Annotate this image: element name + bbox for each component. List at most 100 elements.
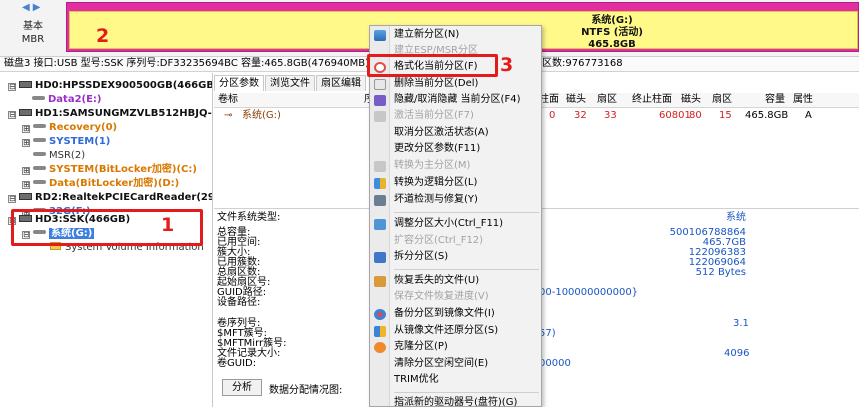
collapse-icon[interactable]: ⊟ [8, 195, 16, 203]
menu-item-label: 扩容分区(Ctrl_F12) [394, 235, 484, 246]
menu-item-recover-files[interactable]: 恢复丢失的文件(U) [370, 273, 541, 290]
activate-icon [374, 111, 386, 122]
menu-item-delete-partition[interactable]: 删除当前分区(Del) [370, 76, 541, 93]
disk-nav-arrows: ◀ ▶ [22, 2, 43, 13]
clone-icon [374, 342, 386, 353]
menu-item-bad-sector-check[interactable]: 坏道检测与修复(Y) [370, 192, 541, 209]
tree-item-system-c[interactable]: ⊞ SYSTEM(BitLocker加密)(C:) [22, 163, 197, 177]
disk-type-mbr: MBR [21, 34, 45, 45]
tree-item-label: Data2(E:) [48, 94, 102, 105]
menu-item-label: 指派新的驱动器号(盘符)(G) [394, 397, 518, 407]
tree-item-recovery[interactable]: ⊞ Recovery(0) [22, 121, 117, 135]
col-sector[interactable]: 扇区 [597, 93, 617, 107]
partition-icon [33, 124, 46, 128]
split-icon [374, 252, 386, 263]
tree-item-hd1[interactable]: ⊟ HD1:SAMSUNGMZVLB512HBJQ-000H [8, 107, 212, 121]
fs-type-value: 系统 [726, 212, 746, 223]
disk-info-left: 磁盘3 接口:USB 型号:SSK 序列号:DF33235694BC 容量:46… [4, 58, 406, 69]
tab-sector-edit[interactable]: 扇区编辑 [316, 75, 366, 91]
tree-item-data-d[interactable]: ⊞ Data(BitLocker加密)(D:) [22, 177, 179, 191]
partition-row-end-sector: 15 [719, 110, 732, 121]
tree-item-label: SYSTEM(BitLocker加密)(C:) [49, 164, 197, 175]
col-capacity[interactable]: 容量 [765, 93, 785, 107]
collapse-icon[interactable]: ⊟ [8, 83, 16, 91]
volume-serial-value: 3.1 [733, 318, 749, 329]
partition-icon [33, 180, 46, 184]
expand-icon[interactable]: ⊞ [22, 181, 30, 189]
annotation-number-1: 1 [161, 214, 175, 236]
volume-guid-value: 00000 [539, 358, 571, 369]
partition-row-icon: ⊸ [224, 110, 233, 121]
menu-item-label: 调整分区大小(Ctrl_F11) [394, 218, 504, 229]
hard-disk-icon [19, 193, 32, 200]
menu-item-convert-primary[interactable]: 转换为主分区(M) [370, 158, 541, 175]
col-head[interactable]: 磁头 [566, 93, 586, 107]
partition-row-end-cyl: 60801 [659, 110, 691, 121]
menu-item-split-partition[interactable]: 拆分分区(S) [370, 249, 541, 266]
menu-item-save-progress[interactable]: 保存文件恢复进度(V) [370, 289, 541, 306]
tree-item-label: HD1:SAMSUNGMZVLB512HBJQ-000H [35, 108, 212, 119]
back-arrow-icon[interactable]: ◀ [22, 2, 30, 13]
partition-row-cyl-start: 0 [549, 110, 556, 121]
total-sectors-value: 512 Bytes [695, 267, 746, 278]
col-cyl-start[interactable]: 柱面 [539, 93, 559, 107]
menu-item-deactivate[interactable]: 取消分区激活状态(A) [370, 125, 541, 142]
forward-arrow-icon[interactable]: ▶ [33, 2, 41, 13]
volume-guid-label: 卷GUID: [217, 358, 257, 369]
tab-browse-files[interactable]: 浏览文件 [265, 75, 315, 91]
menu-item-change-params[interactable]: 更改分区参数(F11) [370, 141, 541, 158]
tree-item-label: RD2:RealtekPCIECardReader(29GB) [35, 192, 212, 203]
col-volume-label[interactable]: 卷标 [218, 93, 238, 107]
analyze-button[interactable]: 分析 [222, 379, 262, 396]
tree-item-label: MSR(2) [49, 150, 86, 161]
tree-item-rd2[interactable]: ⊟ RD2:RealtekPCIECardReader(29GB) [8, 191, 212, 205]
convert-primary-icon [374, 161, 386, 172]
partition-icon [33, 138, 46, 142]
menu-item-hide-partition[interactable]: 隐藏/取消隐藏 当前分区(F4) [370, 92, 541, 109]
menu-separator [394, 212, 539, 213]
menu-item-extend-partition[interactable]: 扩容分区(Ctrl_F12) [370, 233, 541, 250]
partition-row-sector: 33 [604, 110, 617, 121]
expand-icon[interactable]: ⊞ [22, 139, 30, 147]
menu-item-resize-partition[interactable]: 调整分区大小(Ctrl_F11) [370, 216, 541, 233]
restore-icon [374, 326, 386, 337]
menu-item-backup-partition[interactable]: 备份分区到镜像文件(I) [370, 306, 541, 323]
menu-item-convert-logical[interactable]: 转换为逻辑分区(L) [370, 175, 541, 192]
recover-icon [374, 276, 386, 287]
menu-item-label: 转换为逻辑分区(L) [394, 177, 478, 188]
col-end-sector[interactable]: 扇区 [712, 93, 732, 107]
hide-icon [374, 95, 386, 106]
partition-icon [33, 166, 46, 170]
menu-item-label: 拆分分区(S) [394, 251, 449, 262]
menu-item-label: 清除分区空闲空间(E) [394, 358, 489, 369]
menu-item-assign-drive-letter[interactable]: 指派新的驱动器号(盘符)(G) [370, 395, 541, 407]
col-end-head[interactable]: 磁头 [681, 93, 701, 107]
expand-icon[interactable]: ⊞ [22, 167, 30, 175]
partition-row-head: 32 [574, 110, 587, 121]
guid-path-value: 00-100000000000} [539, 287, 639, 298]
tools-icon [374, 195, 386, 206]
menu-item-trim[interactable]: TRIM优化 [370, 372, 541, 389]
annotation-number-2: 2 [96, 25, 110, 47]
menu-item-new-partition[interactable]: 建立新分区(N) [370, 27, 541, 44]
backup-icon [374, 309, 386, 320]
partition-icon [32, 96, 45, 100]
annotation-number-3: 3 [500, 54, 514, 76]
tree-item-hd0[interactable]: ⊟ HD0:HPSSDEX900500GB(466GB) [8, 79, 212, 93]
tree-item-msr[interactable]: MSR(2) [33, 149, 85, 163]
disk-type-label: 基本 MBR [8, 20, 58, 46]
menu-item-activate-partition[interactable]: 激活当前分区(F7) [370, 108, 541, 125]
menu-item-restore-partition[interactable]: 从镜像文件还原分区(S) [370, 323, 541, 340]
menu-item-wipe-free-space[interactable]: 清除分区空闲空间(E) [370, 356, 541, 373]
file-record-size-value: 4096 [724, 348, 750, 359]
disk-type-basic: 基本 [23, 21, 43, 32]
col-attr[interactable]: 属性 [793, 93, 813, 107]
tree-item-data2[interactable]: Data2(E:) [32, 93, 102, 107]
tab-partition-params[interactable]: 分区参数 [214, 75, 264, 91]
menu-item-clone-partition[interactable]: 克隆分区(P) [370, 339, 541, 356]
tree-item-system-1[interactable]: ⊞ SYSTEM(1) [22, 135, 110, 149]
col-end-cyl[interactable]: 终止柱面 [632, 93, 672, 107]
annotation-box-3 [367, 54, 498, 77]
expand-icon[interactable]: ⊞ [22, 125, 30, 133]
collapse-icon[interactable]: ⊟ [8, 111, 16, 119]
